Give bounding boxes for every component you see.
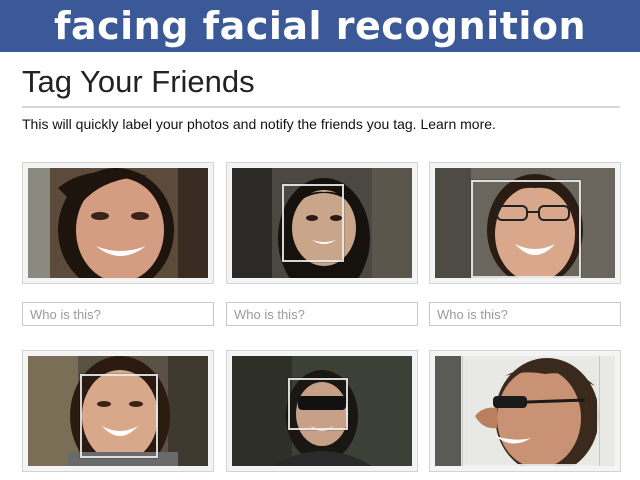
face-photo [435,168,615,278]
face-detection-box[interactable] [80,374,158,458]
dialog-description: This will quickly label your photos and … [22,116,496,132]
face-photo [435,356,615,466]
photo-card[interactable] [429,162,621,284]
face-detection-box[interactable] [288,378,348,430]
banner: facing facial recognition [0,0,640,52]
photo-card[interactable] [22,162,214,284]
dialog-title: Tag Your Friends [22,64,255,99]
face-photo [28,356,208,466]
face-photo [232,356,412,466]
face-detection-box[interactable] [463,356,599,466]
who-is-this-input[interactable] [22,302,214,326]
who-is-this-input[interactable] [226,302,418,326]
banner-title: facing facial recognition [53,4,587,48]
face-photo [232,168,412,278]
photo-card[interactable] [429,350,621,472]
description-text: This will quickly label your photos and … [22,116,417,132]
photo-card[interactable] [22,350,214,472]
title-divider [22,106,620,108]
face-detection-box[interactable] [282,184,344,262]
who-is-this-input[interactable] [429,302,621,326]
photo-card[interactable] [226,162,418,284]
learn-more-link[interactable]: Learn more. [420,116,495,132]
photo-card[interactable] [226,350,418,472]
face-photo [28,168,208,278]
face-detection-box[interactable] [471,180,581,278]
